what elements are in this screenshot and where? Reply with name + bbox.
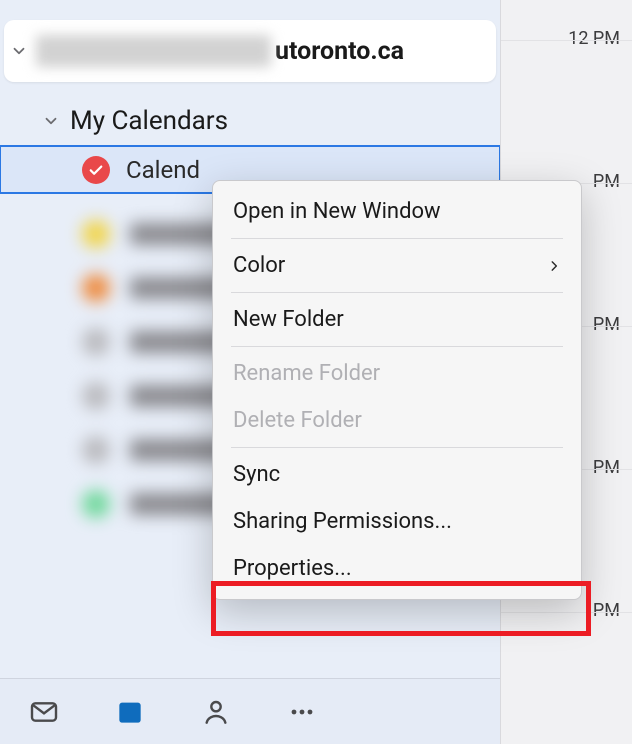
menu-item-label: Sync xyxy=(233,462,280,487)
calendar-nav-button[interactable] xyxy=(114,696,146,728)
calendar-check-icon[interactable] xyxy=(82,156,110,184)
more-nav-button[interactable] xyxy=(286,696,318,728)
account-name-redacted xyxy=(36,35,271,67)
people-nav-button[interactable] xyxy=(200,696,232,728)
menu-item-delete-folder: Delete Folder xyxy=(213,397,581,444)
account-selector[interactable]: utoronto.ca xyxy=(4,20,496,82)
menu-item-label: Delete Folder xyxy=(233,408,362,433)
calendar-icon xyxy=(114,696,146,728)
menu-item-label: Rename Folder xyxy=(233,361,380,386)
menu-item-sharing-permissions[interactable]: Sharing Permissions... xyxy=(213,498,581,545)
menu-item-label: New Folder xyxy=(233,307,344,332)
mail-icon xyxy=(28,696,60,728)
time-label: PM xyxy=(593,314,620,335)
mail-nav-button[interactable] xyxy=(28,696,60,728)
time-label: 12 PM xyxy=(568,28,620,49)
calendar-color-dot xyxy=(82,436,110,464)
calendar-color-dot xyxy=(82,328,110,356)
calendar-group-header[interactable]: My Calendars xyxy=(0,90,500,146)
account-domain: utoronto.ca xyxy=(275,37,404,66)
time-label: PM xyxy=(593,457,620,478)
menu-item-label: Color xyxy=(233,253,285,278)
menu-item-label: Properties... xyxy=(233,556,352,581)
calendar-color-dot xyxy=(82,220,110,248)
menu-separator xyxy=(231,292,563,293)
time-label: PM xyxy=(593,171,620,192)
menu-item-label: Open in New Window xyxy=(233,199,441,224)
menu-separator xyxy=(231,447,563,448)
time-gridline xyxy=(501,612,632,613)
menu-separator xyxy=(231,238,563,239)
calendar-color-dot xyxy=(82,490,110,518)
menu-item-open-in-new-window[interactable]: Open in New Window xyxy=(213,188,581,235)
time-gridline xyxy=(501,40,632,41)
chevron-right-icon xyxy=(547,259,561,273)
more-icon xyxy=(286,696,318,728)
menu-item-label: Sharing Permissions... xyxy=(233,509,452,534)
calendar-color-dot xyxy=(82,274,110,302)
chevron-down-icon xyxy=(42,112,60,130)
context-menu: Open in New Window Color New Folder Rename … xyxy=(212,180,582,600)
menu-item-sync[interactable]: Sync xyxy=(213,451,581,498)
menu-item-new-folder[interactable]: New Folder xyxy=(213,296,581,343)
menu-item-properties[interactable]: Properties... xyxy=(213,545,581,592)
calendar-color-dot xyxy=(82,382,110,410)
calendar-name: Calend xyxy=(126,156,200,184)
group-title: My Calendars xyxy=(70,106,228,136)
bottom-nav xyxy=(0,678,500,744)
menu-item-rename-folder: Rename Folder xyxy=(213,350,581,397)
menu-separator xyxy=(231,346,563,347)
people-icon xyxy=(200,696,232,728)
time-label: PM xyxy=(593,600,620,621)
chevron-down-icon xyxy=(10,42,28,60)
menu-item-color[interactable]: Color xyxy=(213,242,581,289)
